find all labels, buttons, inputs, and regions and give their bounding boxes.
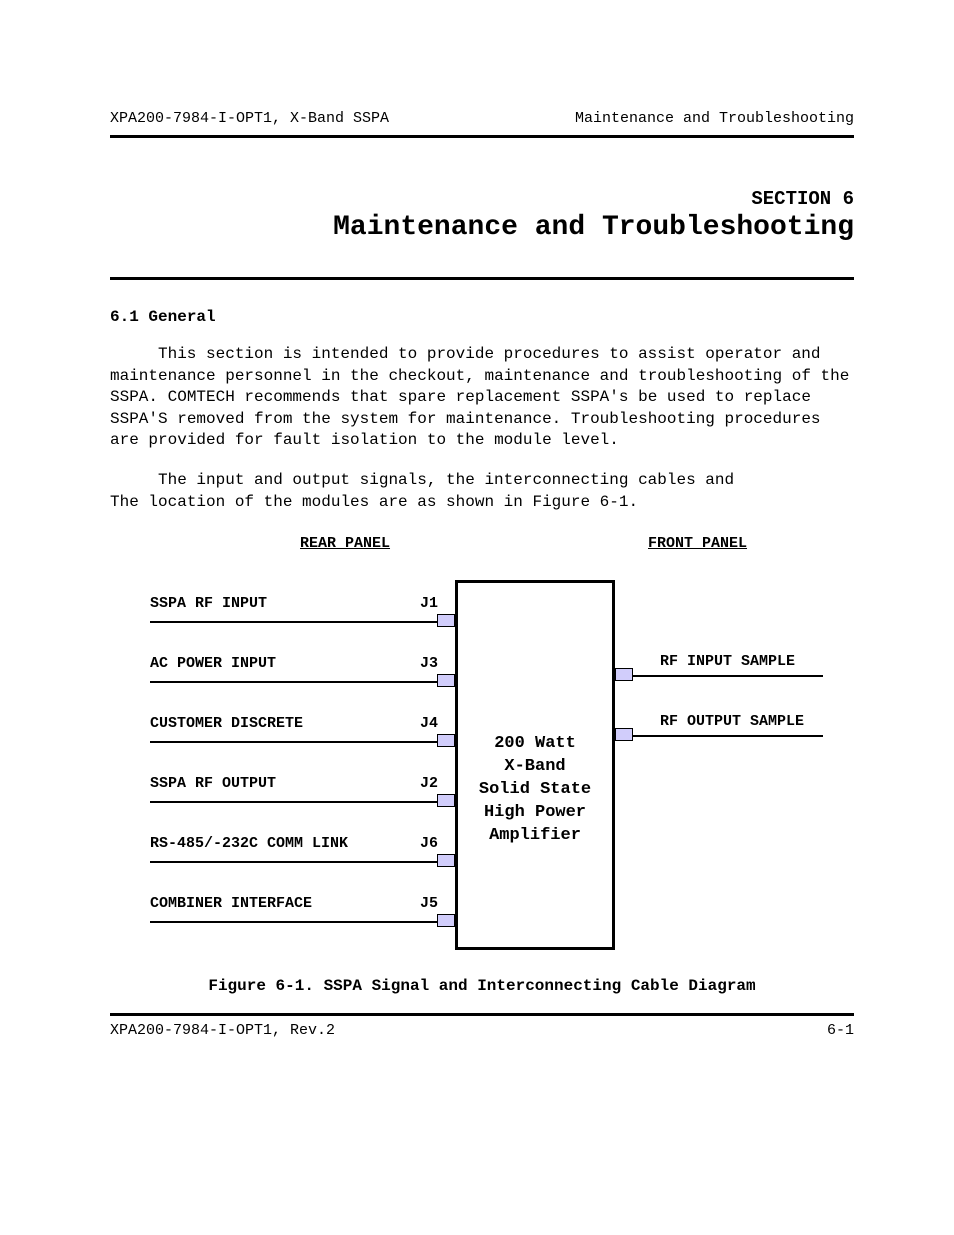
paragraph-2-line1: The input and output signals, the interc… <box>158 471 734 489</box>
connector-j3 <box>437 674 455 687</box>
section-label: SECTION 6 <box>110 188 854 210</box>
document-page: XPA200-7984-I-OPT1, X-Band SSPA Maintena… <box>0 0 954 1235</box>
port-label-j4: CUSTOMER DISCRETE <box>150 715 303 732</box>
port-label-j1: SSPA RF INPUT <box>150 595 267 612</box>
header-rule <box>110 135 854 138</box>
box-line-4: Amplifier <box>489 826 581 845</box>
connector-j6 <box>437 854 455 867</box>
wire-j2 <box>150 801 437 803</box>
figure-6-1: REAR PANEL FRONT PANEL 200 Watt X-Band S… <box>110 535 854 995</box>
rear-panel-label: REAR PANEL <box>300 535 390 552</box>
sspa-box: 200 Watt X-Band Solid State High Power A… <box>455 580 615 950</box>
connector-j4 <box>437 734 455 747</box>
wire-rf-out-sample <box>633 735 823 737</box>
port-label-j6: RS-485/-232C COMM LINK <box>150 835 348 852</box>
footer-rule <box>110 1013 854 1016</box>
cable-diagram: REAR PANEL FRONT PANEL 200 Watt X-Band S… <box>130 535 850 955</box>
port-label-rf-in-sample: RF INPUT SAMPLE <box>660 653 795 670</box>
header-left: XPA200-7984-I-OPT1, X-Band SSPA <box>110 110 389 127</box>
connector-rf-out-sample <box>615 728 633 741</box>
wire-j3 <box>150 681 437 683</box>
port-label-rf-out-sample: RF OUTPUT SAMPLE <box>660 713 804 730</box>
footer-left: XPA200-7984-I-OPT1, Rev.2 <box>110 1022 335 1039</box>
paragraph-2: The input and output signals, the interc… <box>110 470 854 513</box>
port-conn-j5: J5 <box>420 895 438 912</box>
sspa-box-text: 200 Watt X-Band Solid State High Power A… <box>458 733 612 848</box>
connector-j5 <box>437 914 455 927</box>
port-conn-j4: J4 <box>420 715 438 732</box>
front-panel-label: FRONT PANEL <box>648 535 747 552</box>
connector-j2 <box>437 794 455 807</box>
page-footer: XPA200-7984-I-OPT1, Rev.2 6-1 <box>110 1022 854 1039</box>
figure-caption: Figure 6-1. SSPA Signal and Interconnect… <box>110 977 854 995</box>
connector-j1 <box>437 614 455 627</box>
box-line-0: 200 Watt <box>494 734 576 753</box>
box-line-1: X-Band <box>504 757 565 776</box>
wire-j1 <box>150 621 437 623</box>
wire-j6 <box>150 861 437 863</box>
port-label-j2: SSPA RF OUTPUT <box>150 775 276 792</box>
port-label-j5: COMBINER INTERFACE <box>150 895 312 912</box>
paragraph-1: This section is intended to provide proc… <box>110 344 854 452</box>
wire-rf-in-sample <box>633 675 823 677</box>
box-line-2: Solid State <box>479 780 591 799</box>
wire-j5 <box>150 921 437 923</box>
footer-right: 6-1 <box>827 1022 854 1039</box>
port-label-j3: AC POWER INPUT <box>150 655 276 672</box>
port-conn-j1: J1 <box>420 595 438 612</box>
port-conn-j3: J3 <box>420 655 438 672</box>
section-title: Maintenance and Troubleshooting <box>110 212 854 243</box>
connector-rf-in-sample <box>615 668 633 681</box>
subsection-heading: 6.1 General <box>110 308 854 326</box>
wire-j4 <box>150 741 437 743</box>
page-header: XPA200-7984-I-OPT1, X-Band SSPA Maintena… <box>110 110 854 127</box>
port-conn-j6: J6 <box>420 835 438 852</box>
title-rule <box>110 277 854 280</box>
header-right: Maintenance and Troubleshooting <box>575 110 854 127</box>
port-conn-j2: J2 <box>420 775 438 792</box>
paragraph-2-line2: The location of the modules are as shown… <box>110 493 638 511</box>
box-line-3: High Power <box>484 803 586 822</box>
